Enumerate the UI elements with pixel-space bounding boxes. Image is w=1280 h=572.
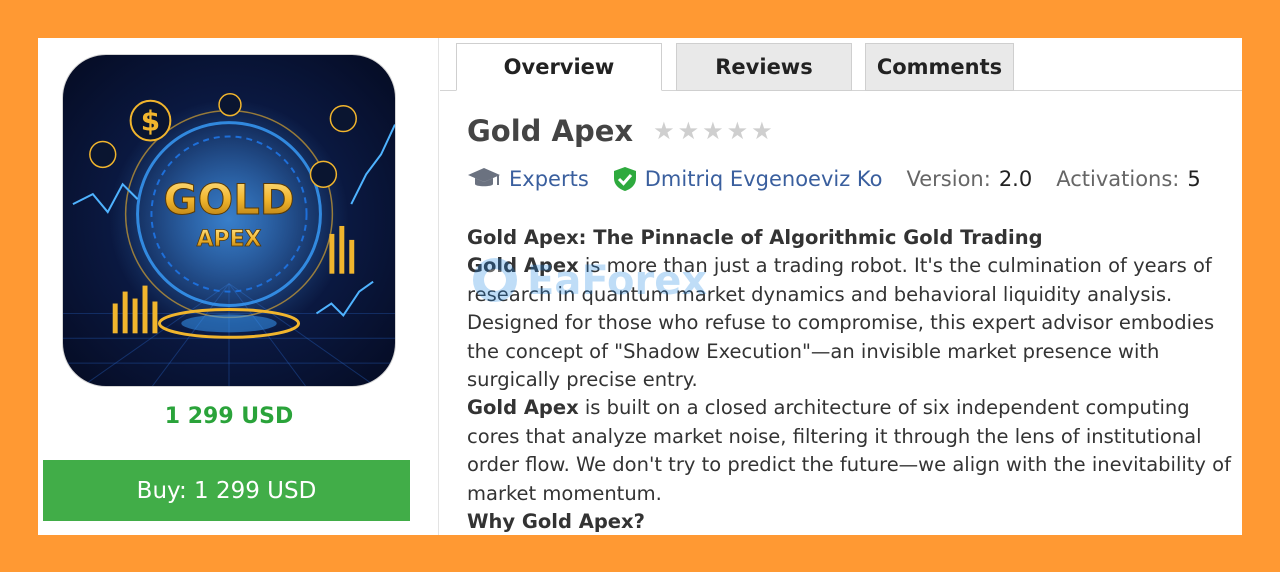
title-row: Gold Apex ★ ★ ★ ★ ★ — [467, 114, 773, 148]
product-image[interactable]: GOLD APEX $ — [62, 54, 396, 387]
product-description: Gold Apex: The Pinnacle of Algorithmic G… — [467, 224, 1242, 535]
star-icon[interactable]: ★ — [751, 119, 773, 143]
product-details: Overview Reviews Comments Gold Apex ★ ★ … — [440, 38, 1242, 535]
tab-comments[interactable]: Comments — [865, 43, 1014, 91]
tab-reviews[interactable]: Reviews — [676, 43, 852, 91]
version-value: 2.0 — [998, 167, 1033, 191]
star-icon[interactable]: ★ — [727, 119, 749, 143]
buy-button[interactable]: Buy: 1 299 USD — [43, 460, 410, 521]
svg-text:APEX: APEX — [197, 227, 262, 252]
description-heading: Gold Apex: The Pinnacle of Algorithmic G… — [467, 226, 1043, 249]
product-artwork: GOLD APEX $ — [63, 93, 395, 386]
description-paragraph: Gold Apex is more than just a trading ro… — [467, 252, 1242, 394]
tab-overview[interactable]: Overview — [456, 43, 662, 91]
graduation-cap-icon — [467, 166, 501, 192]
description-text: is more than just a trading robot. It's … — [467, 254, 1215, 392]
star-icon[interactable]: ★ — [678, 119, 700, 143]
product-price: 1 299 USD — [164, 404, 294, 429]
version-label: Version: — [906, 167, 991, 191]
star-icon[interactable]: ★ — [653, 119, 675, 143]
description-paragraph: Gold Apex is built on a closed architect… — [467, 394, 1242, 508]
svg-text:$: $ — [141, 105, 160, 138]
meta-row: Experts Dmitriq Evgenoeviz Ko Version: 2… — [467, 166, 1201, 192]
description-bold-name: Gold Apex — [467, 254, 579, 278]
star-icon[interactable]: ★ — [702, 119, 724, 143]
description-bold-name: Gold Apex — [467, 396, 579, 420]
rating-stars[interactable]: ★ ★ ★ ★ ★ — [653, 119, 773, 143]
seller-link[interactable]: Dmitriq Evgenoeviz Ko — [645, 167, 883, 191]
product-sidebar: GOLD APEX $ 1 299 USD Buy: 1 299 USD — [38, 38, 439, 535]
product-card: GOLD APEX $ 1 299 USD Buy: 1 299 USD Ove… — [38, 38, 1242, 535]
svg-text:GOLD: GOLD — [164, 175, 295, 224]
product-title: Gold Apex — [467, 114, 634, 148]
activations-value: 5 — [1187, 167, 1201, 191]
description-text: is built on a closed architecture of six… — [467, 396, 1231, 505]
category-link[interactable]: Experts — [509, 167, 589, 191]
tab-bar: Overview Reviews Comments — [440, 43, 1242, 91]
description-subheading: Why Gold Apex? — [467, 510, 645, 534]
verified-shield-icon — [613, 166, 637, 192]
activations-label: Activations: — [1056, 167, 1180, 191]
